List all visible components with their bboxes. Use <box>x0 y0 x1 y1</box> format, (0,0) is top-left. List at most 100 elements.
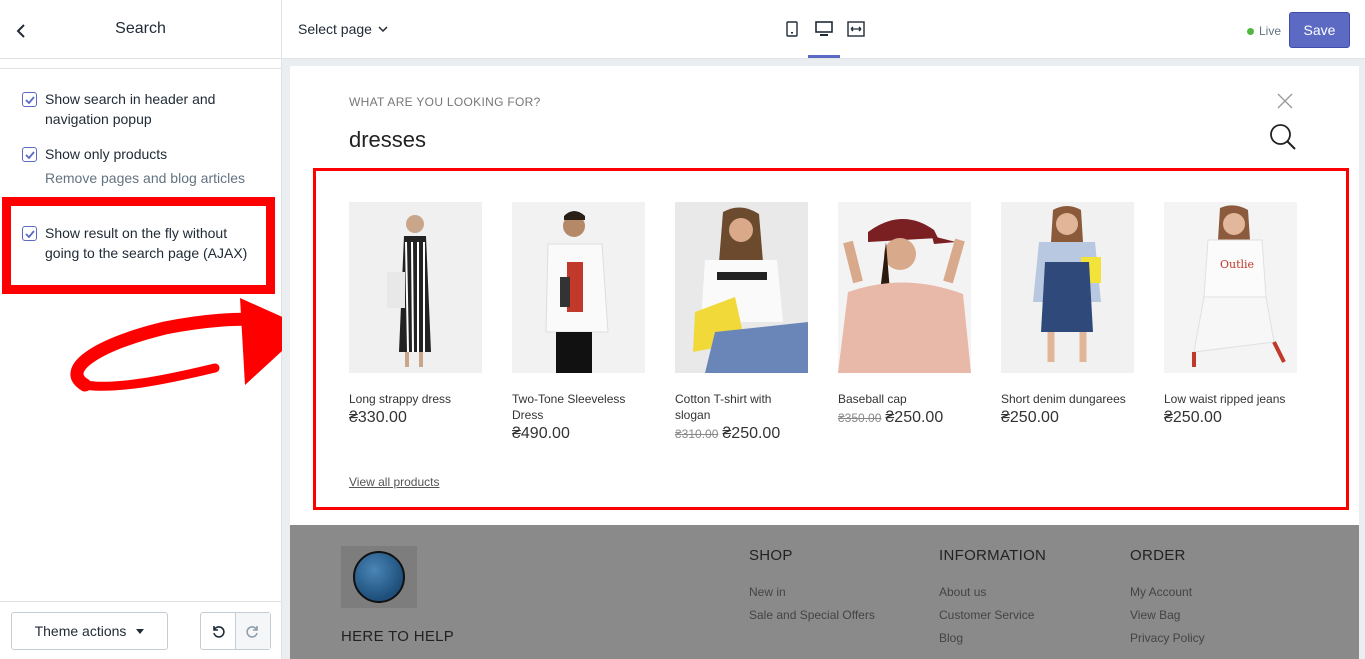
product-name: Short denim dungarees <box>1001 392 1126 406</box>
search-input[interactable]: dresses <box>349 127 426 153</box>
product-price: ₴490.00 <box>512 425 645 443</box>
sidebar-title: Search <box>115 20 166 37</box>
footer-help-heading: HERE TO HELP <box>341 628 455 645</box>
sidebar-settings: Show search in header and navigation pop… <box>0 68 281 601</box>
option-show-only-products[interactable]: Show only products Remove pages and blog… <box>22 144 262 190</box>
product-card[interactable]: Short denim dungarees ₴250.00 <box>1001 202 1134 443</box>
redo-icon <box>246 626 258 638</box>
checkmark-icon <box>24 95 35 104</box>
product-image <box>838 202 971 373</box>
option-label: Show result on the fly without going to … <box>45 225 248 261</box>
search-results: Long strappy dress ₴330.00 Two-Tone Slee… <box>349 202 1297 443</box>
checkmark-icon <box>24 229 35 238</box>
undo-redo-group <box>200 612 271 650</box>
product-price: ₴330.00 <box>349 409 482 427</box>
product-name: Cotton T-shirt with slogan <box>675 392 772 422</box>
product-image <box>512 202 645 373</box>
search-icon[interactable] <box>1269 123 1297 151</box>
svg-text:Outlie: Outlie <box>1220 258 1254 271</box>
product-image: Outlie <box>1164 202 1297 373</box>
view-all-products-link[interactable]: View all products <box>349 475 440 489</box>
product-price-current: ₴250.00 <box>722 425 781 442</box>
editor-sidebar: Search Show search in header and navigat… <box>0 0 282 659</box>
save-button[interactable]: Save <box>1289 12 1350 48</box>
desktop-icon <box>815 21 833 36</box>
product-price-old: ₴310.00 <box>675 427 719 441</box>
search-prompt: WHAT ARE YOU LOOKING FOR? <box>349 95 541 109</box>
close-icon[interactable] <box>1277 93 1293 109</box>
store-logo <box>341 546 417 608</box>
product-card[interactable]: Outlie Low waist ripped jeans ₴250.00 <box>1164 202 1297 443</box>
product-price-current: ₴250.00 <box>1001 409 1059 426</box>
checkbox-show-only-products[interactable] <box>22 147 37 162</box>
footer-link[interactable]: New in <box>749 581 875 604</box>
product-price: ₴250.00 <box>1001 409 1134 427</box>
mobile-icon <box>786 21 798 37</box>
footer-link[interactable]: Customer Service <box>939 604 1046 627</box>
product-card[interactable]: Two-Tone Sleeveless Dress ₴490.00 <box>512 202 645 443</box>
footer-column-heading: ORDER <box>1130 547 1186 564</box>
checkbox-ajax-results[interactable] <box>22 226 37 241</box>
active-device-indicator <box>808 55 840 58</box>
footer-column-order: ORDER My Account View Bag Privacy Policy <box>1130 547 1205 650</box>
live-status: Live <box>1246 24 1281 38</box>
undo-button[interactable] <box>201 613 236 649</box>
footer-column-heading: SHOP <box>749 547 793 564</box>
option-label: Show search in header and navigation pop… <box>45 91 216 127</box>
product-image <box>675 202 808 373</box>
logo-ball-icon <box>353 551 405 603</box>
product-card[interactable]: Cotton T-shirt with slogan ₴310.00 ₴250.0… <box>675 202 808 443</box>
product-name: Low waist ripped jeans <box>1164 392 1286 406</box>
desktop-view-button[interactable] <box>814 18 834 40</box>
footer-link[interactable]: Blog <box>939 627 1046 650</box>
footer-column-information: INFORMATION About us Customer Service Bl… <box>939 547 1046 650</box>
footer-column-shop: SHOP New in Sale and Special Offers <box>749 547 875 627</box>
chevron-down-icon <box>378 26 388 32</box>
caret-down-icon <box>136 628 145 634</box>
footer-link[interactable]: My Account <box>1130 581 1205 604</box>
product-price: ₴250.00 <box>1164 409 1297 427</box>
device-switcher <box>782 18 866 40</box>
redo-button[interactable] <box>236 613 270 649</box>
footer-link[interactable]: View Bag <box>1130 604 1205 627</box>
live-label: Live <box>1258 24 1281 38</box>
store-footer: HERE TO HELP SHOP New in Sale and Specia… <box>290 525 1359 659</box>
option-ajax-results[interactable]: Show result on the fly without going to … <box>22 223 262 263</box>
store-preview: WHAT ARE YOU LOOKING FOR? dresses Long s… <box>290 66 1359 659</box>
option-show-search-header[interactable]: Show search in header and navigation pop… <box>22 89 262 129</box>
sidebar-header: Search <box>0 0 281 59</box>
product-price: ₴310.00 ₴250.00 <box>675 425 808 443</box>
product-price: ₴350.00 ₴250.00 <box>838 409 971 427</box>
checkbox-show-search-header[interactable] <box>22 92 37 107</box>
product-name: Baseball cap <box>838 392 907 406</box>
product-image <box>1001 202 1134 373</box>
product-price-current: ₴250.00 <box>1164 409 1222 426</box>
select-page-label: Select page <box>298 21 372 37</box>
product-price-current: ₴490.00 <box>512 425 570 442</box>
product-name: Two-Tone Sleeveless Dress <box>512 392 626 422</box>
option-label: Show only products <box>45 146 168 162</box>
footer-column-heading: INFORMATION <box>939 547 1047 564</box>
product-name: Long strappy dress <box>349 392 452 406</box>
footer-link[interactable]: Sale and Special Offers <box>749 604 875 627</box>
product-card[interactable]: Long strappy dress ₴330.00 <box>349 202 482 443</box>
sidebar-footer: Theme actions <box>0 601 281 659</box>
product-card[interactable]: Baseball cap ₴350.00 ₴250.00 <box>838 202 971 443</box>
checkmark-icon <box>24 150 35 159</box>
product-price-current: ₴330.00 <box>349 409 407 426</box>
full-width-view-button[interactable] <box>846 18 866 40</box>
product-image <box>349 202 482 373</box>
mobile-view-button[interactable] <box>782 18 802 40</box>
product-price-current: ₴250.00 <box>885 409 944 426</box>
footer-link[interactable]: Privacy Policy <box>1130 627 1205 650</box>
theme-actions-label: Theme actions <box>34 623 127 639</box>
theme-actions-button[interactable]: Theme actions <box>11 612 168 650</box>
product-price-old: ₴350.00 <box>838 411 882 425</box>
undo-icon <box>213 626 225 638</box>
editor-topbar: Select page Live Save <box>282 0 1365 59</box>
live-dot-icon <box>1246 27 1254 35</box>
select-page-dropdown[interactable]: Select page <box>298 21 388 37</box>
option-help-text: Remove pages and blog articles from sear… <box>45 170 246 186</box>
expand-width-icon <box>847 21 865 37</box>
footer-link[interactable]: About us <box>939 581 1046 604</box>
